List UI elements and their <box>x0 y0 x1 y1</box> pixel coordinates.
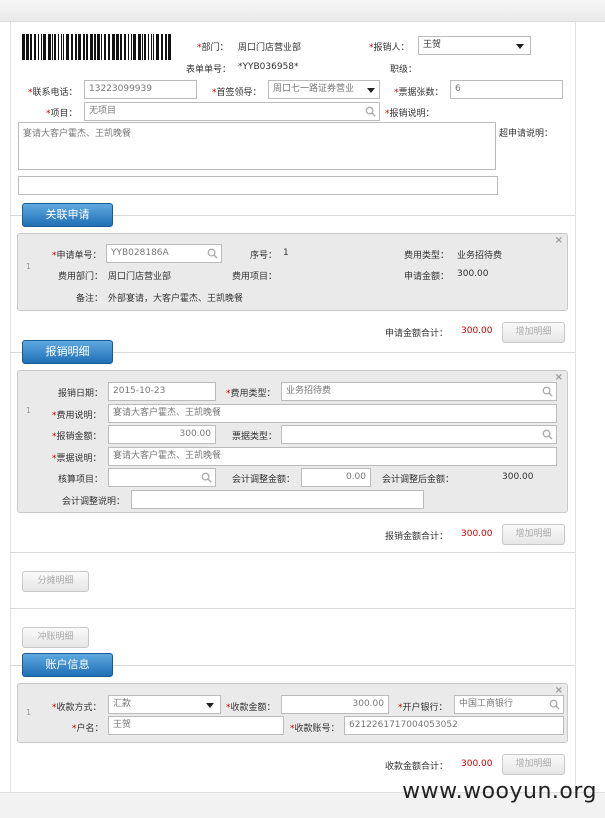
date-label: 报销日期： <box>58 389 104 399</box>
receive-amount-label: *收款金额： <box>226 703 276 713</box>
amount-label: *报销金额： <box>52 432 102 442</box>
row-number: 1 <box>26 406 32 415</box>
watermark-text: www.wooyun.org <box>402 779 597 804</box>
method-label: *收款方式： <box>52 703 102 713</box>
ticket-desc-input[interactable]: 宴请大客户霍杰、王凯晚餐 <box>108 447 557 466</box>
account-name-label: *户名： <box>72 724 104 734</box>
account-no-label: *收款账号： <box>290 724 340 734</box>
form-no-label: 表单单号： <box>186 65 232 75</box>
add-detail-button[interactable]: 增加明细 <box>502 754 565 775</box>
reporter-label: *报销人： <box>369 43 410 53</box>
account-total-value: 300.00 <box>461 759 493 769</box>
amount-input[interactable]: 300.00 <box>108 425 216 444</box>
top-bar <box>0 0 605 22</box>
search-icon[interactable] <box>207 248 218 259</box>
section-divider <box>10 608 575 609</box>
leader-select[interactable]: 周口七一路证券营业 <box>268 80 380 99</box>
section-tab-detail[interactable]: 报销明细 <box>22 340 113 364</box>
apply-no-input[interactable]: YYB028186A <box>106 244 222 263</box>
search-icon[interactable] <box>542 386 553 397</box>
add-detail-button[interactable]: 增加明细 <box>502 524 565 545</box>
seq-value: 1 <box>283 248 289 258</box>
form-no-value: *YYB036958* <box>238 62 299 72</box>
adjust-desc-label: 会计调整说明： <box>62 497 126 507</box>
detail-total-label: 报销金额合计： <box>385 532 449 542</box>
offset-detail-button[interactable]: 冲账明细 <box>22 627 89 648</box>
fee-type-label: 费用类型： <box>404 251 450 261</box>
phone-label: *联系电话： <box>28 88 78 98</box>
leader-label: *首签领导： <box>212 88 262 98</box>
barcode-image <box>22 34 171 60</box>
row-number: 1 <box>26 262 32 271</box>
fee-dept-value: 周口门店营业部 <box>108 272 172 282</box>
search-icon[interactable] <box>365 106 376 117</box>
position-label: 职级： <box>390 65 418 75</box>
search-icon[interactable] <box>542 429 553 440</box>
dept-value: 周口门店营业部 <box>238 43 302 53</box>
check-item-input[interactable] <box>108 468 216 487</box>
section-tab-account[interactable]: 账户信息 <box>22 653 113 677</box>
adjust-label: 会计调整金额： <box>232 475 296 485</box>
bank-input[interactable]: 中国工商银行 <box>454 695 564 714</box>
fee-type-input[interactable]: 业务招待费 <box>281 382 557 401</box>
project-label: *项目： <box>46 109 78 119</box>
fee-desc-label: *费用说明： <box>52 411 102 421</box>
split-detail-button[interactable]: 分摊明细 <box>22 571 89 592</box>
over-apply-label: 超申请说明： <box>499 129 554 139</box>
seq-label: 序号： <box>250 251 278 261</box>
fee-desc-input[interactable]: 宴请大客户霍杰、王凯晚餐 <box>108 404 557 423</box>
chevron-down-icon <box>516 44 524 49</box>
related-total-label: 申请金额合计： <box>385 329 449 339</box>
date-input[interactable]: 2015-10-23 <box>108 382 216 401</box>
reason-textarea[interactable]: 宴请大客户霍杰、王凯晚餐 <box>18 122 496 170</box>
remark-value: 外部宴请，大客户霍杰、王凯晚餐 <box>108 294 244 304</box>
method-select[interactable]: 汇款 <box>108 695 221 714</box>
section-tab-related[interactable]: 关联申请 <box>22 203 113 227</box>
tickets-label: *票据张数： <box>394 88 444 98</box>
receive-amount-input[interactable]: 300.00 <box>281 695 389 714</box>
apply-no-label: *申请单号： <box>52 251 102 261</box>
account-total-label: 收款金额合计： <box>385 762 449 772</box>
account-name-input[interactable]: 王贺 <box>108 716 284 735</box>
ticket-type-input[interactable] <box>281 425 557 444</box>
project-input[interactable]: 无项目 <box>84 102 380 121</box>
close-icon[interactable]: × <box>555 235 563 246</box>
after-adjust-label: 会计调整后金额： <box>382 475 455 485</box>
fee-item-label: 费用项目： <box>232 272 278 282</box>
remark-label: 备注： <box>76 294 104 304</box>
ticket-type-label: 票据类型： <box>232 432 278 442</box>
fee-dept-label: 费用部门： <box>58 272 104 282</box>
dept-label: *部门： <box>197 43 229 53</box>
adjust-desc-input[interactable] <box>131 490 424 509</box>
add-detail-button[interactable]: 增加明细 <box>502 322 565 343</box>
phone-input[interactable]: 13223099939 <box>84 80 197 99</box>
tickets-input[interactable]: 6 <box>450 80 563 99</box>
check-item-label: 核算项目： <box>58 475 104 485</box>
account-no-input[interactable]: 6212261717004053052 <box>344 716 564 735</box>
bank-label: *开户银行： <box>398 703 448 713</box>
apply-amount-label: 申请金额： <box>404 272 450 282</box>
row-number: 1 <box>26 708 32 717</box>
left-border <box>10 22 11 792</box>
related-total-value: 300.00 <box>461 326 493 336</box>
detail-total-value: 300.00 <box>461 529 493 539</box>
adjust-input[interactable]: 0.00 <box>301 468 371 487</box>
fee-type-label: *费用类型： <box>226 389 276 399</box>
after-adjust-value: 300.00 <box>502 472 534 482</box>
apply-amount-value: 300.00 <box>457 269 489 279</box>
section-divider <box>10 552 575 553</box>
search-icon[interactable] <box>549 699 560 710</box>
right-border <box>575 22 576 792</box>
fee-type-value: 业务招待费 <box>457 251 503 261</box>
reporter-select[interactable]: 王贺 <box>418 36 531 55</box>
reason-label: *报销说明： <box>385 109 435 119</box>
search-icon[interactable] <box>201 472 212 483</box>
chevron-down-icon <box>367 88 375 93</box>
chevron-down-icon <box>206 703 214 708</box>
over-apply-input[interactable] <box>18 176 498 195</box>
ticket-desc-label: *票据说明： <box>52 454 102 464</box>
